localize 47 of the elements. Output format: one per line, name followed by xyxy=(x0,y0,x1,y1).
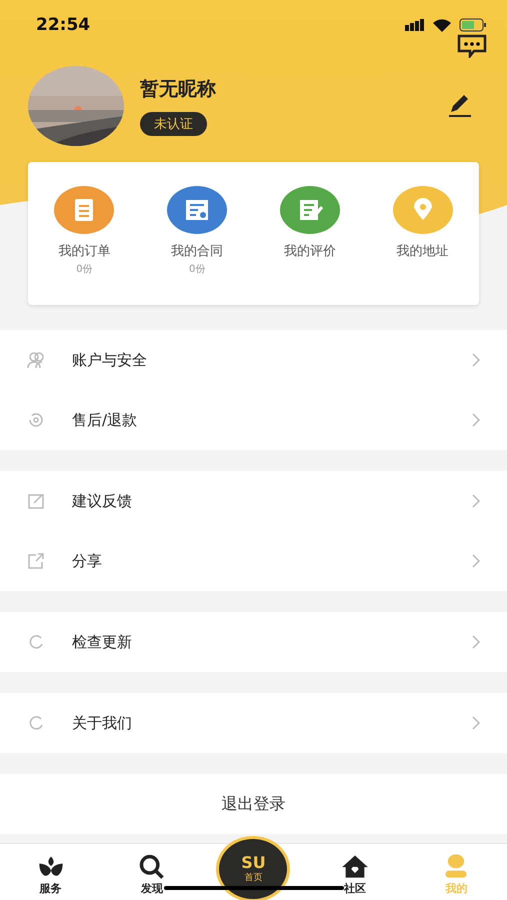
search-icon xyxy=(138,853,166,879)
shortcut-label[interactable]: 我的合同 xyxy=(171,242,224,260)
menu-row[interactable]: 建议反馈 xyxy=(0,471,507,531)
home-tab[interactable]: SU 首页 xyxy=(216,836,290,900)
verification-badge: 未认证 xyxy=(140,112,207,136)
menu-row[interactable]: 账户与安全 xyxy=(0,330,507,390)
chevron-icon xyxy=(472,635,481,649)
chevron-icon xyxy=(472,353,481,367)
chevron-icon xyxy=(472,494,481,508)
tab-label: 我的 xyxy=(445,881,468,896)
tab-label: 首页 xyxy=(244,872,262,884)
status-time: 22:54 xyxy=(36,15,90,35)
chevron-icon xyxy=(472,413,481,427)
house-icon xyxy=(340,853,369,879)
chat-icon[interactable] xyxy=(457,34,487,58)
shortcut-count: 0份 xyxy=(76,263,93,276)
tab[interactable]: 社区 xyxy=(304,844,406,900)
tab-label: 社区 xyxy=(344,881,366,896)
people-icon xyxy=(26,350,46,370)
tab-label: 发现 xyxy=(141,881,164,896)
menu-label: 售后/退款 xyxy=(72,410,138,430)
menu-row[interactable]: 售后/退款 xyxy=(0,390,507,450)
menu-row[interactable]: 关于我们 xyxy=(0,693,507,753)
menu-row[interactable]: 检查更新 xyxy=(0,612,507,672)
menu-label: 建议反馈 xyxy=(72,492,133,510)
menu-label: 关于我们 xyxy=(72,714,133,732)
logo-text: SU xyxy=(241,854,266,870)
shortcut-label[interactable]: 我的评价 xyxy=(284,242,336,260)
shortcut-count: 0份 xyxy=(188,263,206,276)
nickname: 暂无昵称 xyxy=(140,77,217,102)
menu-label: 分享 xyxy=(72,552,103,570)
signal-icon xyxy=(405,19,425,31)
menu-label: 账户与安全 xyxy=(72,350,148,370)
logout-button[interactable]: 退出登录 xyxy=(0,774,507,834)
chevron-icon xyxy=(472,554,481,568)
edit-icon[interactable] xyxy=(447,95,473,117)
tab[interactable]: 服务 xyxy=(0,844,102,900)
chevron-icon xyxy=(472,716,481,730)
wifi-icon xyxy=(433,18,451,32)
share-icon xyxy=(26,551,46,571)
shortcut-label[interactable]: 我的订单 xyxy=(58,242,110,260)
battery-icon xyxy=(459,18,487,32)
tab-label: 服务 xyxy=(40,881,62,896)
shortcut-label[interactable]: 我的地址 xyxy=(396,242,449,260)
tab[interactable]: 发现 xyxy=(101,844,203,900)
menu-label: 检查更新 xyxy=(72,632,133,652)
menu-row[interactable]: 分享 xyxy=(0,531,507,591)
